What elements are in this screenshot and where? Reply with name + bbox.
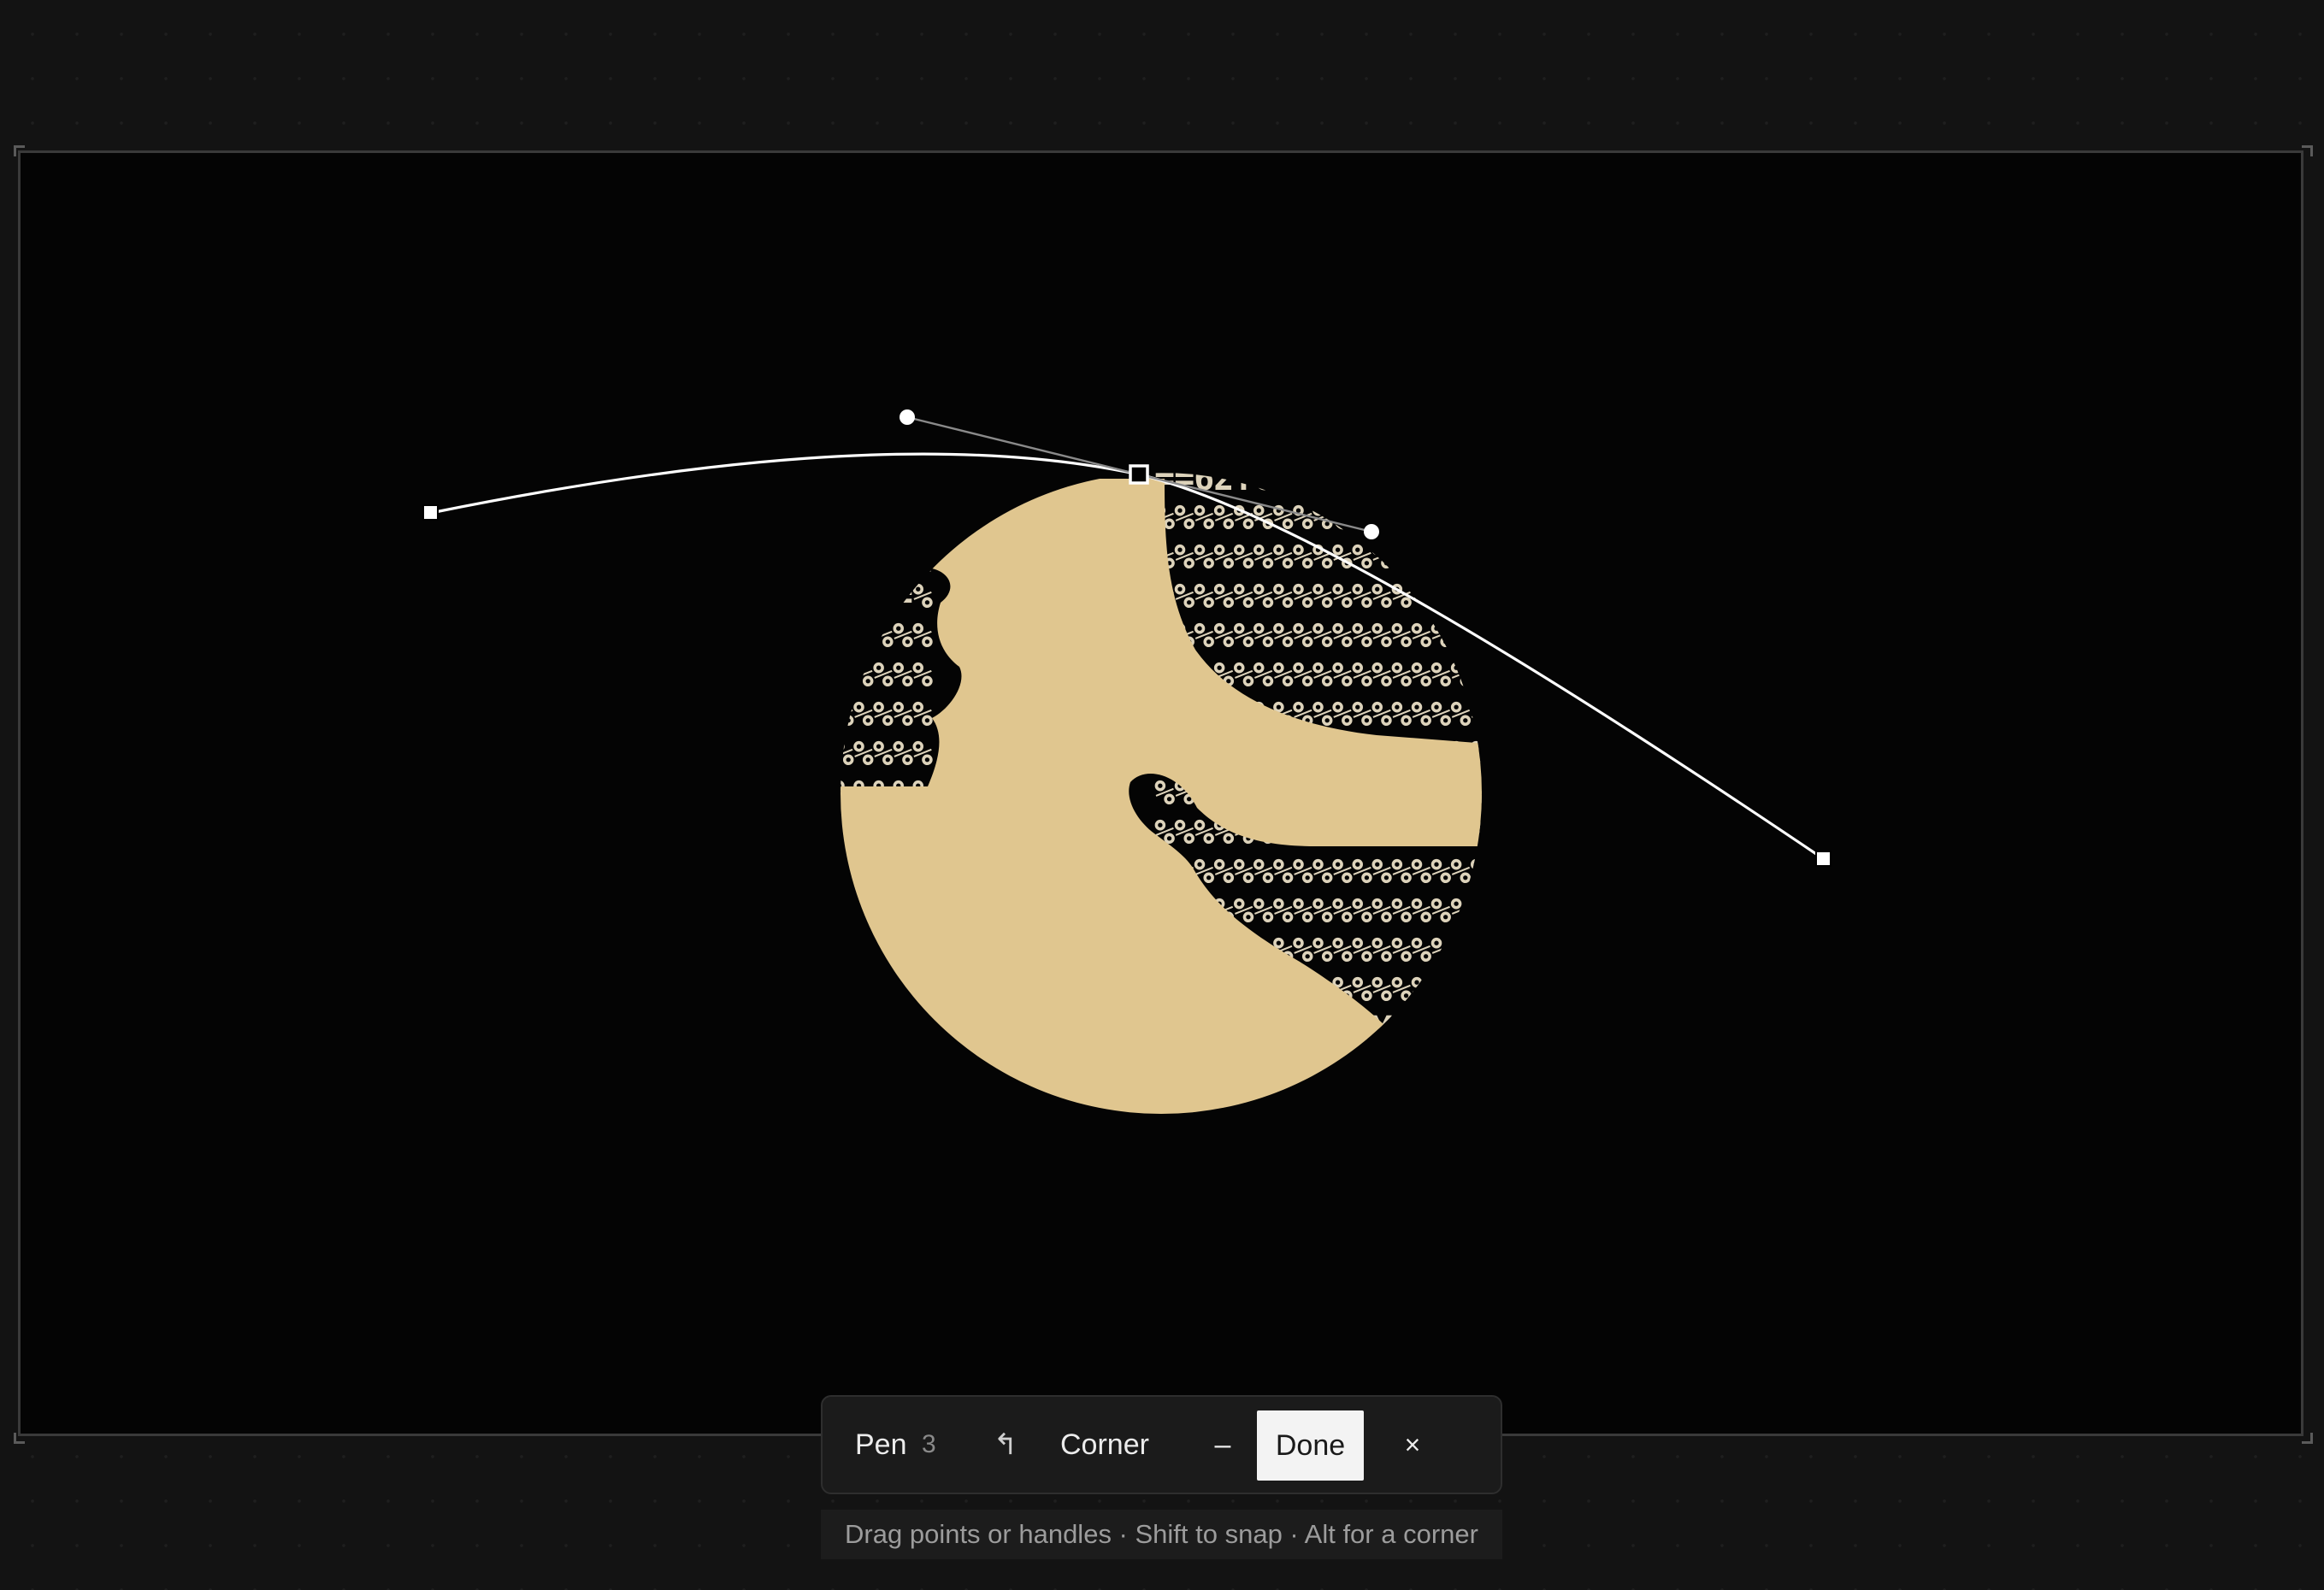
undo-icon[interactable]: ↰ bbox=[987, 1397, 1024, 1493]
close-icon[interactable]: × bbox=[1395, 1397, 1430, 1493]
anchor-point[interactable] bbox=[1815, 851, 1831, 867]
glyph-row: G=% bbox=[873, 577, 933, 616]
anchor-point-selected[interactable] bbox=[1129, 464, 1149, 485]
glyph-row: Z%%%%% bbox=[814, 734, 933, 774]
bezier-handle[interactable] bbox=[1364, 524, 1379, 539]
anchor-point[interactable] bbox=[422, 504, 439, 521]
glyph-row: GZ%%%%% bbox=[793, 656, 932, 695]
glyph-rows-left: \G=%FZ%%%GZ%%%%%K%%%%%Z%%%%%%%%%%% bbox=[793, 538, 934, 813]
pen-tool-label: Pen bbox=[855, 1428, 907, 1461]
glyph-row: FZ%%% bbox=[834, 616, 933, 656]
pen-toolbar: Pen 3 ↰ Corner – Done × bbox=[821, 1395, 1502, 1494]
remove-point-button[interactable]: – bbox=[1206, 1397, 1240, 1493]
point-count: 3 bbox=[922, 1430, 936, 1458]
canvas-scene[interactable]: ==62YG%%%%%%%%%G06F%%%%%%%%%%%%%0Y%%%%%%… bbox=[0, 0, 2324, 1590]
corner-button[interactable]: Corner bbox=[1060, 1397, 1149, 1493]
glyph-row: %%%%%%%%%%%%%%%%%%=G bbox=[1154, 577, 1549, 616]
done-button[interactable]: Done bbox=[1257, 1410, 1364, 1481]
glyph-row: \ bbox=[912, 538, 932, 577]
handle-line bbox=[906, 415, 1140, 476]
glyph-row: %%%%%%%%%%%%%%%%%%%ZF bbox=[1154, 616, 1569, 656]
glyph-row: %%%%%%%%%%%%%0Y bbox=[1154, 538, 1451, 577]
glyph-row: %%%%%%%%%%%%%%%%%%%%%%K bbox=[1154, 852, 1609, 892]
glyph-row: K%%%%% bbox=[814, 695, 933, 734]
hint-bar: Drag points or handles · Shift to snap ·… bbox=[821, 1510, 1502, 1559]
bezier-handle[interactable] bbox=[900, 409, 915, 425]
